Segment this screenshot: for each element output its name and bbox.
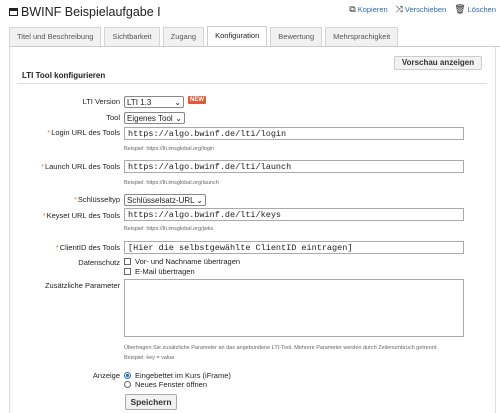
privacy-email-option[interactable]: E-Mail übertragen	[124, 267, 195, 276]
tool-value: Eigenes Tool	[127, 114, 173, 123]
client-id-label-text: ClientID des Tools	[59, 243, 120, 252]
chevron-down-icon: ⌄	[196, 196, 203, 205]
launch-url-hint: Beispiel: https://lti.imsglobal.org/laun…	[124, 180, 219, 186]
keyset-url-label-text: Keyset URL des Tools	[46, 211, 120, 220]
tab-visibility[interactable]: Sichtbarkeit	[104, 27, 160, 46]
launch-url-label-text: Launch URL des Tools	[44, 162, 120, 171]
page-title-text: BWINF Beispielaufgabe I	[21, 5, 161, 19]
tab-title-description[interactable]: Titel und Beschreibung	[9, 27, 102, 46]
tab-bar: Titel und Beschreibung Sichtbarkeit Zuga…	[9, 26, 500, 47]
section-title: LTI Tool konfigurieren	[22, 71, 106, 80]
tab-grading[interactable]: Bewertung	[270, 27, 323, 46]
copy-label: Kopieren	[357, 5, 388, 14]
new-badge: NEW	[188, 96, 206, 104]
keyset-url-hint: Beispiel: https://lti.imsglobal.org/jwks	[124, 226, 214, 232]
params-hint: Übertragen Sie zusätzliche Parameter an …	[124, 345, 438, 351]
tab-multilingual[interactable]: Mehrsprachigkeit	[325, 27, 399, 46]
key-type-select[interactable]: Schlüsselsatz-URL ⌄	[124, 194, 206, 206]
login-url-hint: Beispiel: https://lti.imsglobal.org/logi…	[124, 146, 215, 152]
required-icon: *	[42, 211, 46, 220]
section-divider	[17, 83, 487, 84]
move-icon: ⤨	[395, 4, 403, 14]
key-type-label-text: Schlüsseltyp	[77, 195, 120, 204]
move-label: Verschieben	[404, 5, 447, 14]
lti-version-select[interactable]: LTI 1.3 ⌄	[124, 96, 184, 108]
privacy-label: Datenschutz	[78, 258, 120, 267]
params-textarea[interactable]	[124, 279, 464, 337]
tool-select[interactable]: Eigenes Tool ⌄	[124, 112, 185, 124]
copy-icon: ⧉	[349, 4, 356, 14]
required-icon: *	[73, 195, 77, 204]
window-radio[interactable]	[124, 381, 131, 388]
save-button[interactable]: Speichern	[125, 394, 177, 410]
lti-version-value: LTI 1.3	[127, 98, 152, 107]
required-icon: *	[41, 162, 44, 171]
launch-url-input[interactable]: https://algo.bwinf.de/lti/launch	[124, 160, 464, 173]
name-checkbox[interactable]	[124, 258, 131, 265]
launch-url-label: *Launch URL des Tools	[41, 162, 120, 171]
name-checkbox-label: Vor- und Nachname übertragen	[135, 257, 241, 266]
trash-icon: 🗑	[454, 4, 466, 14]
lti-version-label: LTI Version	[82, 97, 120, 106]
window-icon	[9, 8, 18, 16]
login-url-label: *Login URL des Tools	[47, 128, 120, 137]
keyset-url-input[interactable]: https://algo.bwinf.de/lti/keys	[124, 208, 464, 221]
header-actions: ⧉ Kopieren ⤨ Verschieben 🗑 Löschen	[349, 4, 496, 15]
tool-label: Tool	[106, 113, 120, 122]
tab-access[interactable]: Zugang	[162, 27, 205, 46]
move-button[interactable]: ⤨ Verschieben	[396, 4, 446, 15]
key-type-label: *Schlüsseltyp	[74, 195, 120, 204]
key-type-value: Schlüsselsatz-URL	[127, 196, 195, 205]
page-title: BWINF Beispielaufgabe I	[9, 5, 161, 19]
iframe-radio-label: Eingebettet im Kurs (iFrame)	[135, 371, 231, 380]
client-id-label: *ClientID des Tools	[56, 243, 120, 252]
copy-button[interactable]: ⧉ Kopieren	[349, 4, 387, 15]
email-checkbox[interactable]	[124, 268, 131, 275]
privacy-name-option[interactable]: Vor- und Nachname übertragen	[124, 257, 240, 266]
keyset-url-label: *Keyset URL des Tools	[43, 211, 120, 220]
tab-configuration[interactable]: Konfiguration	[207, 26, 268, 46]
delete-label: Löschen	[467, 5, 496, 14]
email-checkbox-label: E-Mail übertragen	[135, 267, 195, 276]
login-url-input[interactable]: https://algo.bwinf.de/lti/login	[124, 127, 464, 140]
display-window-option[interactable]: Neues Fenster öffnen	[124, 380, 207, 389]
params-example: Beispiel: key = value	[124, 355, 175, 361]
header: BWINF Beispielaufgabe I ⧉ Kopieren ⤨ Versc…	[0, 0, 500, 26]
client-id-input[interactable]: [Hier die selbstgewählte ClientID eintra…	[124, 241, 464, 254]
chevron-down-icon: ⌄	[174, 98, 181, 107]
required-icon: *	[55, 243, 59, 252]
preview-button[interactable]: Vorschau anzeigen	[394, 56, 482, 70]
display-iframe-option[interactable]: Eingebettet im Kurs (iFrame)	[124, 371, 231, 380]
display-label: Anzeige	[92, 371, 120, 380]
iframe-radio[interactable]	[124, 372, 131, 379]
login-url-label-text: Login URL des Tools	[51, 128, 120, 137]
chevron-down-icon: ⌄	[175, 114, 182, 123]
delete-button[interactable]: 🗑 Löschen	[454, 4, 496, 15]
window-radio-label: Neues Fenster öffnen	[135, 380, 207, 389]
params-label: Zusätzliche Parameter	[44, 281, 120, 290]
required-icon: *	[47, 128, 51, 137]
